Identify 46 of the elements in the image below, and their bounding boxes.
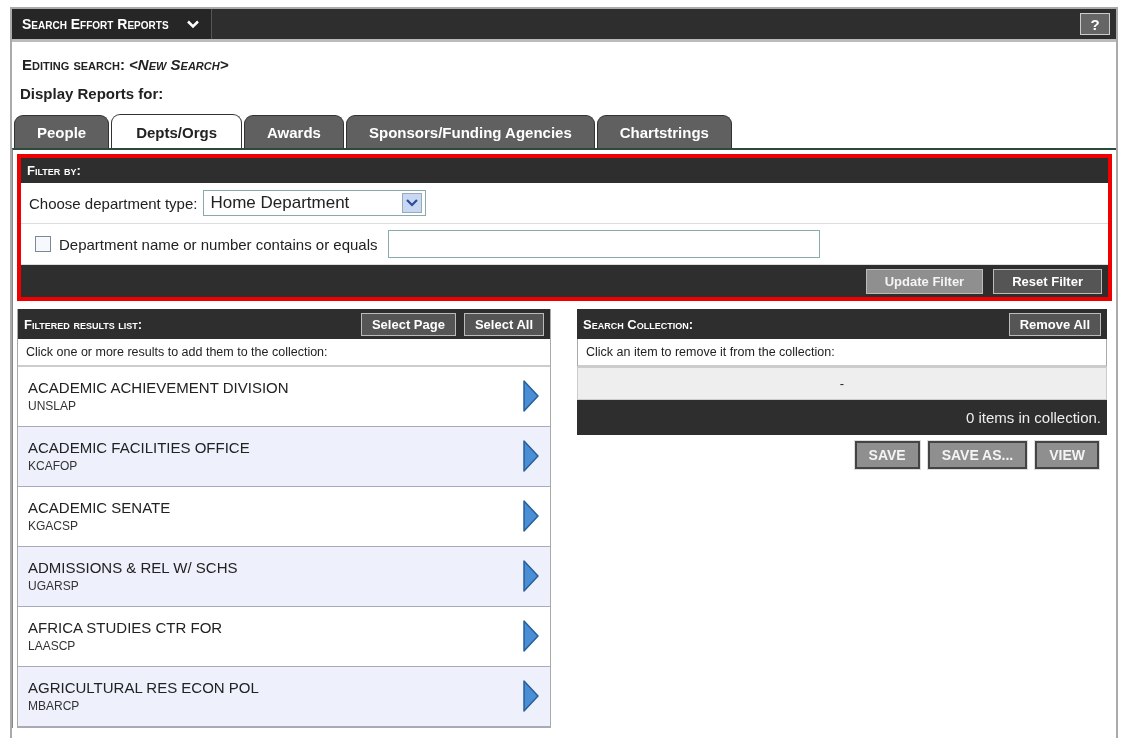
department-code: MBARCP: [28, 699, 81, 713]
department-name: ACADEMIC ACHIEVEMENT DIVISION: [28, 379, 289, 396]
select-button[interactable]: Select Page: [360, 312, 456, 336]
department-name: AFRICA STUDIES CTR FOR: [28, 619, 223, 636]
display-reports-label: Display Reports for:: [20, 85, 165, 102]
department-name: AGRICULTURAL RES ECON POL: [28, 679, 259, 696]
result-item[interactable]: AGRICULTURAL RES ECON POL MBARCP: [18, 667, 550, 727]
tab[interactable]: Sponsors/Funding Agencies: [345, 115, 595, 148]
department-type-label: Choose department type:: [29, 194, 198, 212]
result-item[interactable]: ACADEMIC FACILITIES OFFICE KCAFOP: [18, 427, 550, 487]
add-arrow-icon[interactable]: [522, 679, 540, 713]
tab[interactable]: People: [14, 115, 110, 148]
department-name: ADMISSIONS & REL W/ SCHS: [28, 559, 238, 576]
tab[interactable]: Awards: [244, 115, 344, 148]
add-arrow-icon[interactable]: [522, 499, 540, 533]
department-name: ACADEMIC FACILITIES OFFICE: [28, 439, 250, 456]
collection-hint: Click an item to remove it from the collection:: [577, 339, 1107, 367]
editing-search-label: Editing search: <New Search>: [22, 56, 230, 73]
empty-collection-row: -: [577, 367, 1107, 400]
department-name-field[interactable]: [387, 230, 820, 258]
filter-button[interactable]: Reset Filter: [993, 268, 1102, 294]
department-code: LAASCP: [28, 639, 77, 653]
select-button[interactable]: Select All: [463, 312, 544, 336]
add-arrow-icon[interactable]: [522, 619, 540, 653]
add-arrow-icon[interactable]: [522, 379, 540, 413]
checkbox[interactable]: [35, 236, 51, 252]
department-code: KCAFOP: [28, 459, 79, 473]
department-code: UGARSP: [28, 579, 80, 593]
help-button[interactable]: ?: [1080, 13, 1110, 35]
results-header: Filtered results list:: [24, 316, 143, 332]
add-arrow-icon[interactable]: [522, 439, 540, 473]
department-code: KGACSP: [28, 519, 79, 533]
report-menu-button[interactable]: Search Effort Reports: [12, 9, 212, 39]
remove-all-button[interactable]: Remove All: [1008, 312, 1101, 336]
collection-count: 0 items in collection.: [577, 400, 1107, 435]
department-type-dropdown[interactable]: Home Department: [203, 190, 427, 216]
collection-header: Search Collection:: [583, 316, 693, 332]
department-name: ACADEMIC SENATE: [28, 499, 171, 516]
add-arrow-icon[interactable]: [522, 559, 540, 593]
result-item[interactable]: ADMISSIONS & REL W/ SCHS UGARSP: [18, 547, 550, 607]
tab[interactable]: Depts/Orgs: [111, 114, 243, 148]
department-code: UNSLAP: [28, 399, 78, 413]
department-name-label: Department name or number contains or equals: [59, 235, 378, 253]
filter-header: Filter by:: [21, 158, 1108, 183]
tab[interactable]: Chartstrings: [596, 115, 732, 148]
chevron-down-icon: [186, 19, 199, 29]
